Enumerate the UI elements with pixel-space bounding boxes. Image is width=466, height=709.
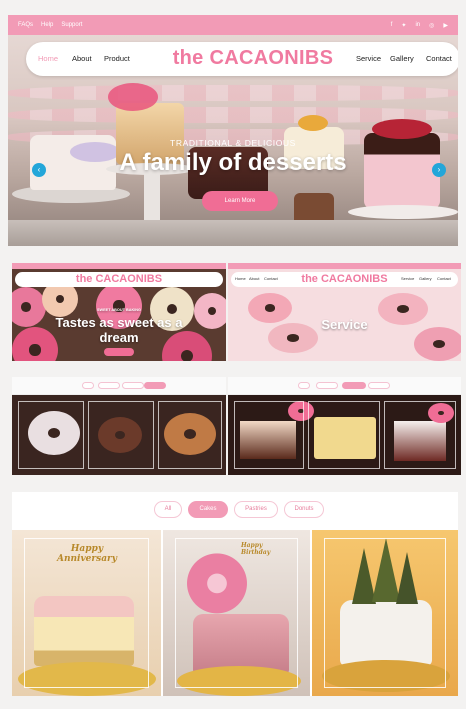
gallery-item-anniversary-cake[interactable]: Happy Anniversary — [12, 530, 161, 696]
tab-pastries[interactable]: Pastries — [234, 501, 278, 518]
thumb-subtitle: SWEET ABOUT BAKING — [97, 308, 141, 312]
mini-nav-service: Service — [401, 276, 415, 281]
gallery-tile-frame — [88, 401, 154, 469]
gallery-tile-frame — [384, 401, 456, 469]
gallery-tile-frame — [308, 401, 380, 469]
prev-arrow-icon[interactable]: ‹ — [32, 163, 46, 177]
mini-filter-bar — [12, 377, 226, 395]
mini-filter-pill — [82, 382, 94, 389]
nav-product[interactable]: Product — [104, 42, 130, 76]
nav-home[interactable]: Home — [38, 42, 58, 76]
mini-filter-pill — [298, 382, 310, 389]
youtube-icon[interactable]: ▶ — [443, 22, 448, 29]
table-surface — [8, 220, 458, 246]
top-link-help[interactable]: Help — [41, 22, 53, 28]
mini-filter-pill — [98, 382, 120, 389]
mini-top-strip — [12, 263, 226, 269]
top-link-faqs[interactable]: FAQs — [18, 22, 33, 28]
berries-decoration — [372, 119, 432, 139]
mini-learn-more-button — [104, 348, 134, 356]
mini-filter-pill-active — [144, 382, 166, 389]
mini-filter-bar — [228, 377, 461, 395]
thumbnail-donuts-hero: the CACAONIBS SWEET ABOUT BAKING Tastes … — [12, 263, 226, 361]
cakes-gallery-screenshot: All Cakes Pastries Donuts Happy Annivers… — [12, 492, 458, 696]
gallery-item-lily-cake[interactable]: Happy Birthday — [163, 530, 310, 696]
gallery-tile-frame — [234, 401, 304, 469]
facebook-icon[interactable]: f — [391, 22, 393, 28]
twitter-icon[interactable]: ✦ — [401, 22, 406, 29]
thumbnail-pastry-gallery — [228, 377, 461, 475]
nav-contact[interactable]: Contact — [426, 42, 452, 76]
hero-screenshot: FAQs Help Support f ✦ in ◎ ▶ Home About … — [8, 15, 458, 246]
tab-cakes[interactable]: Cakes — [188, 501, 228, 518]
gallery-item-frame — [324, 538, 446, 688]
gallery-item-frame — [175, 538, 298, 688]
cake-stand — [348, 205, 458, 219]
instagram-icon[interactable]: ◎ — [429, 22, 434, 29]
nav-gallery[interactable]: Gallery — [390, 42, 414, 76]
brand-logo[interactable]: the CACAONIBS — [158, 47, 348, 70]
mini-filter-pill — [316, 382, 338, 389]
tab-donuts[interactable]: Donuts — [284, 501, 324, 518]
mini-nav-contact-right: Contact — [437, 276, 451, 281]
top-link-support[interactable]: Support — [61, 22, 82, 28]
nav-service[interactable]: Service — [356, 42, 381, 76]
hero-title: A family of desserts — [119, 149, 347, 176]
gallery-item-forest-cake[interactable] — [312, 530, 458, 696]
linkedin-icon[interactable]: in — [415, 22, 420, 28]
gallery-item-frame — [24, 538, 149, 688]
thumb-service-title: Service — [321, 317, 368, 332]
mini-filter-pill — [122, 382, 144, 389]
mini-filter-pill — [368, 382, 390, 389]
gallery-tile-frame — [18, 401, 84, 469]
caramel-decoration — [298, 115, 328, 131]
gallery-tile-frame — [158, 401, 222, 469]
top-strip: FAQs Help Support f ✦ in ◎ ▶ — [8, 15, 458, 35]
next-arrow-icon[interactable]: › — [432, 163, 446, 177]
flower-decoration — [108, 83, 158, 111]
mini-top-strip — [228, 263, 461, 269]
thumb-title-line2: dream — [99, 330, 139, 345]
mini-navbar: Home About Contact the CACAONIBS Service… — [231, 272, 458, 287]
thumbnail-donut-gallery — [12, 377, 226, 475]
tab-all[interactable]: All — [154, 501, 182, 518]
hero-subtitle: TRADITIONAL & DELICIOUS — [170, 138, 296, 148]
mini-navbar: the CACAONIBS — [15, 272, 223, 287]
mini-nav-gallery: Gallery — [419, 276, 432, 281]
thumbnail-service: Home About Contact the CACAONIBS Service… — [228, 263, 461, 361]
main-navbar: Home About Product the CACAONIBS Service… — [26, 42, 458, 76]
mini-brand-logo: the CACAONIBS — [75, 273, 163, 285]
thumb-title-line1: Tastes as sweet as a — [55, 315, 183, 330]
macaron-image — [414, 327, 461, 361]
nav-about[interactable]: About — [72, 42, 92, 76]
learn-more-button[interactable]: Learn More — [202, 191, 278, 211]
mini-filter-pill-active — [342, 382, 366, 389]
